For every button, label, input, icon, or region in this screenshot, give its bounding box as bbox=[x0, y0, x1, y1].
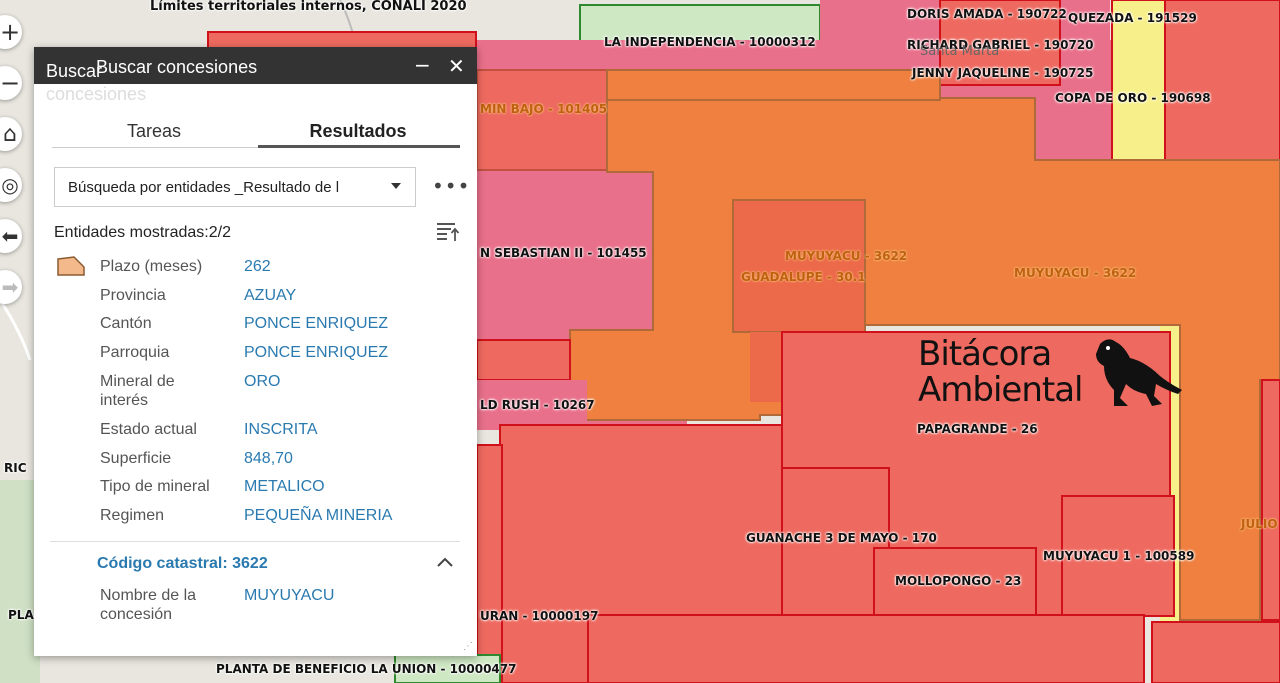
attr-label: Tipo de mineral bbox=[100, 478, 210, 495]
tab-tareas[interactable]: Tareas bbox=[52, 121, 256, 142]
search-results-select[interactable]: Búsqueda por entidades _Resultado de l bbox=[54, 167, 416, 207]
back-arrow-icon: ⬅ bbox=[1, 224, 19, 248]
minimize-button[interactable]: − bbox=[414, 53, 431, 77]
concession-polygon[interactable] bbox=[606, 69, 941, 101]
polygon-feature-icon bbox=[57, 256, 85, 276]
concession-label: MOLLOPONGO - 23 bbox=[895, 574, 1022, 588]
attr-label: Estado actual bbox=[100, 421, 197, 438]
chevron-down-icon bbox=[391, 183, 401, 189]
close-button[interactable]: ✕ bbox=[448, 54, 465, 78]
attr-value: PONCE ENRIQUEZ bbox=[244, 315, 389, 332]
attr-value: AZUAY bbox=[244, 287, 297, 304]
attr-value: PONCE ENRIQUEZ bbox=[244, 344, 389, 361]
concession-label: JULIO bbox=[1241, 517, 1278, 531]
place-label: Santa Marta bbox=[920, 44, 1000, 59]
concession-polygon[interactable] bbox=[1151, 621, 1280, 683]
attr-value: ORO bbox=[244, 373, 281, 390]
related-record-title[interactable]: Código catastral: 3622 bbox=[97, 555, 268, 573]
concession-min-bajo[interactable] bbox=[476, 69, 608, 171]
concession-label: GUADALUPE - 30.1 bbox=[741, 270, 866, 284]
plus-icon: + bbox=[0, 18, 21, 46]
zoom-out-button[interactable]: − bbox=[0, 66, 22, 100]
resize-handle-icon[interactable]: ⋰ bbox=[463, 641, 473, 652]
place-label: RIC bbox=[4, 461, 27, 475]
attr-label: Superficie bbox=[100, 450, 172, 467]
panel-title-ghost: concesiones bbox=[46, 84, 147, 104]
bitacora-ambiental-logo: Bitácora Ambiental bbox=[918, 334, 1188, 414]
concession-label: PLANTA DE BENEFICIO LA UNION - 10000477 bbox=[216, 662, 517, 676]
concession-label: MUYUYACU 1 - 100589 bbox=[1043, 549, 1195, 563]
attr-label: Cantón bbox=[100, 315, 152, 332]
concession-label: MUYUYACU - 3622 bbox=[785, 249, 908, 263]
concession-polygon[interactable] bbox=[1261, 379, 1280, 621]
attr-value: MUYUYACU bbox=[244, 587, 335, 604]
sort-list-icon[interactable] bbox=[436, 221, 460, 243]
concession-label: MUYUYACU - 3622 bbox=[1014, 266, 1137, 280]
concession-label: GUANACHE 3 DE MAYO - 170 bbox=[746, 531, 937, 545]
panel-tabs: Tareas Resultados bbox=[52, 117, 460, 148]
panel-title-ghost: Buscar bbox=[46, 61, 103, 81]
attr-value: 848,70 bbox=[244, 450, 293, 467]
place-label: PLA bbox=[8, 608, 34, 622]
attr-label: Plazo (meses) bbox=[100, 258, 203, 275]
logo-line2: Ambiental bbox=[918, 370, 1083, 410]
concession-polygon[interactable] bbox=[587, 614, 1145, 683]
concession-label: MIN BAJO - 101405 bbox=[480, 102, 608, 116]
concession-label: PAPAGRANDE - 26 bbox=[917, 422, 1038, 436]
attr-label: Mineral de interés bbox=[100, 373, 175, 409]
concession-guadalupe[interactable] bbox=[732, 199, 866, 333]
concession-label: COPA DE ORO - 190698 bbox=[1055, 91, 1211, 105]
attr-label: Provincia bbox=[100, 287, 166, 304]
iguana-icon bbox=[1096, 339, 1182, 406]
attr-value: PEQUEÑA MINERIA bbox=[244, 507, 393, 524]
concession-label: QUEZADA - 191529 bbox=[1068, 11, 1197, 25]
concession-label: DORIS AMADA - 190722 bbox=[907, 7, 1067, 21]
more-options-button[interactable]: ••• bbox=[432, 174, 470, 198]
concession-label: LD RUSH - 10267 bbox=[480, 398, 595, 412]
concession-polygon[interactable] bbox=[476, 444, 503, 683]
concession-label: URAN - 10000197 bbox=[480, 609, 599, 623]
concession-label: JENNY JAQUELINE - 190725 bbox=[912, 66, 1094, 80]
attr-value: 262 bbox=[244, 258, 271, 275]
locate-button[interactable]: ◎ bbox=[0, 168, 22, 202]
map-layer-title: Límites territoriales internos, CONALI 2… bbox=[150, 0, 467, 14]
attr-label: Nombre de la concesión bbox=[100, 587, 197, 623]
attr-value: METALICO bbox=[244, 478, 325, 495]
minus-icon: − bbox=[0, 69, 21, 97]
concession-label: LA INDEPENDENCIA - 10000312 bbox=[604, 35, 816, 49]
section-divider bbox=[50, 541, 460, 542]
chevron-up-icon[interactable] bbox=[436, 555, 454, 569]
search-concessions-panel: Buscar Buscar concesiones − ✕ concesione… bbox=[34, 47, 477, 656]
attr-label: Parroquia bbox=[100, 344, 170, 361]
attr-value: INSCRITA bbox=[244, 421, 318, 438]
attr-label: Regimen bbox=[100, 507, 165, 524]
logo-line1: Bitácora bbox=[918, 334, 1052, 374]
panel-title: Buscar concesiones bbox=[96, 57, 258, 77]
tab-resultados[interactable]: Resultados bbox=[256, 121, 460, 142]
panel-header[interactable]: Buscar Buscar concesiones − ✕ bbox=[34, 47, 477, 84]
active-tab-indicator bbox=[258, 145, 460, 148]
concession-polygon[interactable] bbox=[476, 339, 571, 381]
select-value: Búsqueda por entidades _Resultado de l bbox=[68, 179, 340, 196]
entities-count: Entidades mostradas:2/2 bbox=[54, 224, 231, 241]
forward-arrow-icon: ➡ bbox=[1, 275, 19, 299]
concession-label: N SEBASTIAN II - 101455 bbox=[480, 246, 647, 260]
locate-icon: ◎ bbox=[1, 173, 19, 197]
concession-polygon[interactable] bbox=[750, 332, 782, 402]
zoom-in-button[interactable]: + bbox=[0, 15, 22, 49]
home-icon: ⌂ bbox=[3, 121, 17, 147]
